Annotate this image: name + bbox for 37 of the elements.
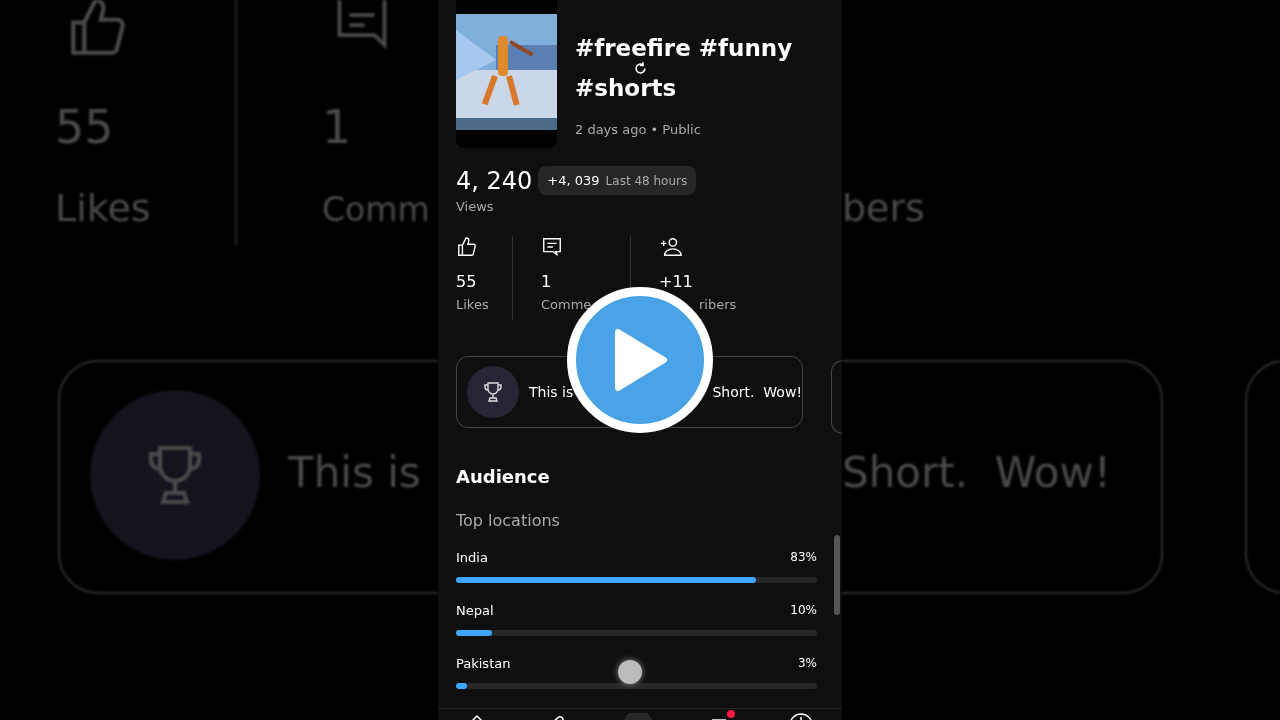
- add-person-icon: [659, 236, 683, 258]
- comments-label: Comm: [322, 190, 430, 229]
- milestone-text: This is: [288, 448, 421, 497]
- location-percent: 83%: [790, 550, 817, 565]
- stat-label: ribers: [699, 297, 738, 312]
- stat-count: +11: [659, 272, 694, 291]
- play-icon: [612, 328, 668, 392]
- location-name: India: [456, 550, 488, 565]
- video-title: #shorts: [575, 76, 677, 100]
- milestone-text: Short. Wow!: [712, 384, 802, 400]
- location-name: Pakistan: [456, 656, 511, 671]
- video-meta: 2 days ago • Public: [575, 122, 701, 137]
- reload-icon[interactable]: [633, 61, 648, 76]
- thumbs-up-icon: [456, 236, 478, 258]
- views-delta: +4, 039: [547, 173, 600, 188]
- stat-label: Likes: [456, 297, 490, 312]
- comments-count: 1: [322, 100, 352, 154]
- scrollbar[interactable]: [834, 535, 840, 615]
- likes-label: Likes: [55, 186, 151, 230]
- location-percent: 10%: [790, 603, 817, 618]
- subscribers-label: bers: [842, 186, 925, 230]
- top-locations-label: Top locations: [456, 511, 561, 530]
- delta-period: Last 48 hours: [605, 174, 688, 188]
- views-count: 4, 240: [456, 166, 533, 195]
- trophy-icon: [481, 380, 505, 404]
- milestone-text: This is: [529, 384, 574, 400]
- stat-label: Comme: [541, 297, 593, 312]
- views-label: Views: [456, 199, 495, 214]
- location-name: Nepal: [456, 603, 494, 618]
- stat-count: 1: [541, 272, 553, 291]
- milestone-text: Short. Wow!: [842, 448, 1111, 497]
- comment-icon: [541, 236, 563, 258]
- video-title: #freefire #funny: [575, 36, 793, 60]
- location-percent: 3%: [797, 656, 817, 671]
- audience-title: Audience: [456, 466, 551, 487]
- likes-count: 55: [55, 100, 114, 154]
- stat-count: 55: [456, 272, 478, 291]
